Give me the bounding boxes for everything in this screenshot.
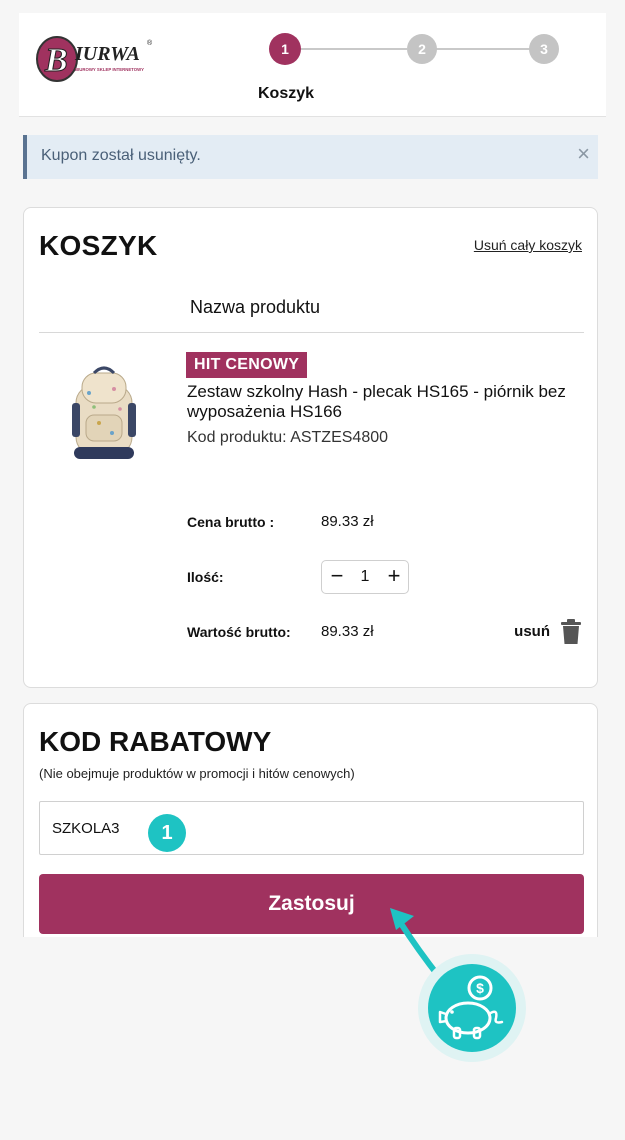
- svg-text:®: ®: [147, 39, 153, 47]
- quantity-label: Ilość:: [187, 569, 224, 585]
- close-icon[interactable]: ×: [577, 141, 590, 167]
- cart-panel: KOSZYK Usuń cały koszyk Nazwa produktu H…: [23, 207, 598, 688]
- divider: [39, 332, 584, 333]
- svg-text:BIUROWY SKLEP INTERNETOWY: BIUROWY SKLEP INTERNETOWY: [75, 67, 144, 72]
- coupon-removed-alert: Kupon został usunięty. ×: [23, 135, 598, 179]
- checkout-stepper: 1 2 3 Koszyk: [258, 33, 559, 103]
- dollar-symbol: $: [476, 980, 484, 996]
- step-connector: [301, 48, 407, 50]
- product-image-backpack[interactable]: [64, 363, 144, 463]
- quantity-value[interactable]: 1: [356, 568, 374, 586]
- step-marker-badge: 1: [148, 814, 186, 852]
- site-header: B IURWA ® BIUROWY SKLEP INTERNETOWY 1 2 …: [19, 13, 606, 117]
- step-2: 2: [407, 34, 437, 64]
- quantity-decrease-button[interactable]: −: [325, 564, 349, 590]
- quantity-stepper: − 1 +: [321, 560, 409, 594]
- remove-item-button[interactable]: usuń: [514, 623, 550, 640]
- alert-message: Kupon został usunięty.: [41, 147, 201, 164]
- quantity-increase-button[interactable]: +: [382, 564, 406, 590]
- piggy-bank-icon: $: [418, 954, 526, 1062]
- total-label: Wartość brutto:: [187, 624, 291, 640]
- logo-text: IURWA: [74, 43, 140, 65]
- clear-cart-link[interactable]: Usuń cały koszyk: [474, 237, 582, 253]
- product-code: Kod produktu: ASTZES4800: [187, 429, 389, 446]
- discount-code-panel: KOD RABATOWY (Nie obejmuje produktów w p…: [23, 703, 598, 963]
- step-connector: [435, 48, 543, 50]
- discount-code-title: KOD RABATOWY: [39, 726, 272, 757]
- price-label: Cena brutto :: [187, 514, 275, 530]
- product-name-link[interactable]: Zestaw szkolny Hash - plecak HS165 - pió…: [187, 382, 587, 422]
- column-header-product-name: Nazwa produktu: [190, 297, 321, 317]
- discount-code-input[interactable]: [39, 801, 584, 855]
- apply-discount-button[interactable]: Zastosuj: [39, 874, 584, 934]
- cart-title: KOSZYK: [39, 230, 158, 261]
- total-value: 89.33 zł: [321, 623, 374, 640]
- trash-icon[interactable]: [560, 619, 582, 645]
- svg-text:B: B: [44, 42, 68, 79]
- price-value: 89.33 zł: [321, 513, 374, 530]
- discount-code-note: (Nie obejmuje produktów w promocji i hit…: [39, 766, 355, 781]
- step-1-label: Koszyk: [257, 85, 315, 102]
- step-3: 3: [529, 34, 559, 64]
- page-background-fade: [0, 937, 625, 1140]
- step-1: 1: [269, 33, 301, 65]
- biurwa-logo[interactable]: B IURWA ® BIUROWY SKLEP INTERNETOWY: [35, 35, 160, 83]
- hit-price-badge: HIT CENOWY: [186, 352, 308, 378]
